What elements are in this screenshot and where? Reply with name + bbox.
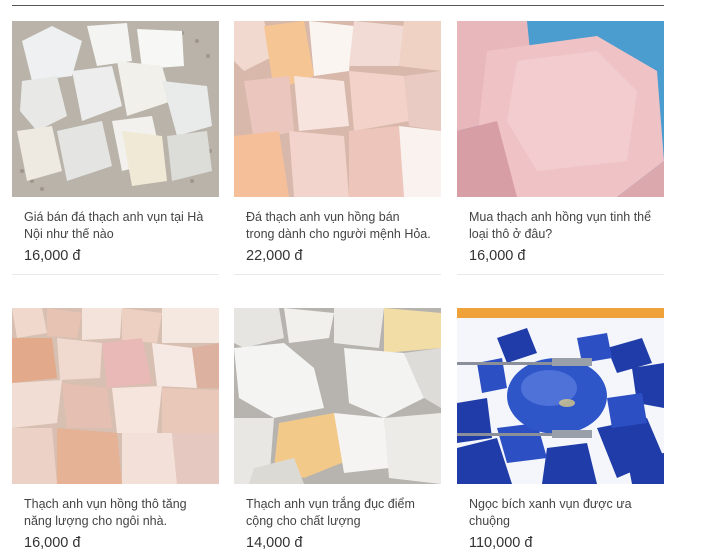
product-card[interactable]: Ngọc bích xanh vụn được ưa chuộng 110,00…	[457, 308, 664, 551]
product-image[interactable]	[234, 21, 441, 197]
product-card[interactable]: Thạch anh vụn hồng thô tăng năng lượng c…	[12, 308, 219, 551]
card-divider	[234, 274, 441, 275]
product-card[interactable]: Đá thạch anh vụn hồng bán trong dành cho…	[234, 21, 441, 275]
product-image[interactable]	[457, 21, 664, 197]
product-card[interactable]: Thạch anh vụn trắng đục điểm cộng cho ch…	[234, 308, 441, 551]
card-divider	[12, 274, 219, 275]
product-image[interactable]	[234, 308, 441, 484]
product-title-link[interactable]: Thạch anh vụn hồng thô tăng năng lượng c…	[12, 496, 219, 530]
product-price: 16,000 đ	[24, 535, 81, 551]
white-quartz-chunks-image	[12, 21, 219, 197]
product-image[interactable]	[12, 308, 219, 484]
milky-white-quartz-image	[234, 308, 441, 484]
product-price: 16,000 đ	[469, 248, 526, 264]
rose-quartz-rough-image	[457, 21, 664, 197]
blue-lapis-stones-image	[457, 308, 664, 484]
product-price: 22,000 đ	[246, 248, 303, 264]
product-price: 16,000 đ	[24, 248, 81, 264]
product-title-link[interactable]: Ngọc bích xanh vụn được ưa chuộng	[457, 496, 664, 530]
product-price: 14,000 đ	[246, 535, 303, 551]
pink-quartz-gravel-image	[12, 308, 219, 484]
product-card[interactable]: Giá bán đá thạch anh vụn tại Hà Nội như …	[12, 21, 219, 275]
pink-quartz-chunks-image	[234, 21, 441, 197]
product-card[interactable]: Mua thạch anh hồng vụn tinh thể loại thô…	[457, 21, 664, 275]
product-title-link[interactable]: Thạch anh vụn trắng đục điểm cộng cho ch…	[234, 496, 441, 530]
product-title-link[interactable]: Đá thạch anh vụn hồng bán trong dành cho…	[234, 209, 441, 243]
product-image[interactable]	[457, 308, 664, 484]
product-title-link[interactable]: Mua thạch anh hồng vụn tinh thể loại thô…	[457, 209, 664, 243]
product-title-link[interactable]: Giá bán đá thạch anh vụn tại Hà Nội như …	[12, 209, 219, 243]
product-price: 110,000 đ	[469, 535, 533, 551]
card-divider	[457, 274, 664, 275]
top-divider	[12, 5, 664, 6]
product-image[interactable]	[12, 21, 219, 197]
